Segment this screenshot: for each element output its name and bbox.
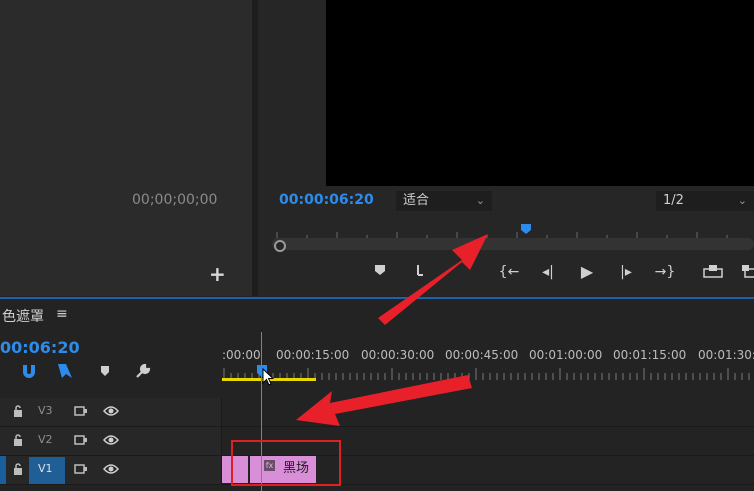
go-to-in-button[interactable]: {← [498,264,520,280]
lock-icon[interactable] [11,433,25,447]
marker-icon[interactable] [369,264,391,280]
step-back-button[interactable]: ◂| [537,264,559,280]
timeline-tab-title[interactable]: 色遮罩 [2,306,44,326]
track-row-v1: V1 [0,456,754,485]
ruler-label: 00:00:15:00 [276,348,350,362]
track-header-v3: V3 [0,398,222,426]
ruler-label: 00:01:00:00 [529,348,603,362]
eye-icon[interactable] [103,434,119,446]
source-patch-v1[interactable] [0,456,6,484]
track-row-v2: V2 [0,427,754,456]
sync-lock-icon[interactable] [74,433,88,447]
add-button[interactable]: + [209,262,226,286]
chevron-down-icon: ⌄ [475,194,485,207]
mark-in-icon[interactable] [410,264,432,280]
program-scrub-ruler[interactable] [275,228,754,238]
mouse-cursor-icon [262,368,274,386]
resolution-dropdown-value: 1/2 [663,193,684,208]
linked-selection-icon[interactable] [56,362,74,380]
add-marker-icon[interactable] [96,362,114,380]
wrench-icon[interactable] [134,362,152,380]
program-scrub-bar[interactable] [272,238,754,250]
step-forward-button[interactable]: |▸ [615,264,637,280]
ruler-label: 00:00:30:00 [361,348,435,362]
lock-icon[interactable] [11,462,25,476]
eye-icon[interactable] [103,405,119,417]
annotation-highlight-box [231,440,341,486]
track-row-v3: V3 [0,398,754,427]
overwrite-icon[interactable] [738,264,754,282]
play-button[interactable]: ▶ [576,262,598,281]
chevron-down-icon: ⌄ [737,194,747,207]
insert-icon[interactable] [702,264,724,282]
lock-icon[interactable] [11,404,25,418]
fit-dropdown[interactable]: 适合 ⌄ [396,191,492,211]
sync-lock-icon[interactable] [74,462,88,476]
source-timecode: 00;00;00;00 [132,192,218,208]
eye-icon[interactable] [103,463,119,475]
track-name[interactable]: V3 [38,404,53,417]
snap-icon[interactable] [20,362,38,380]
track-name[interactable]: V1 [38,462,53,475]
program-playhead-icon[interactable] [520,223,532,235]
track-header-v1: V1 [0,456,222,484]
go-to-out-button[interactable]: →} [654,264,676,280]
timeline-timecode[interactable]: 00:06:20 [0,338,80,357]
ruler-label: 00:00:45:00 [445,348,519,362]
fit-dropdown-value: 适合 [403,193,430,208]
ruler-label: :00:00 [222,348,261,362]
program-video-frame [326,0,754,186]
scrub-start-handle[interactable] [274,240,286,252]
source-monitor-panel [0,0,252,296]
track-header-v2: V2 [0,427,222,455]
sync-lock-icon[interactable] [74,404,88,418]
ruler-label: 00:01:30:0 [698,348,754,362]
ruler-label: 00:01:15:00 [613,348,687,362]
panel-menu-icon[interactable]: ≡ [56,306,68,322]
program-timecode[interactable]: 00:00:06:20 [279,192,374,208]
resolution-dropdown[interactable]: 1/2 ⌄ [656,191,754,211]
track-name[interactable]: V2 [38,433,53,446]
